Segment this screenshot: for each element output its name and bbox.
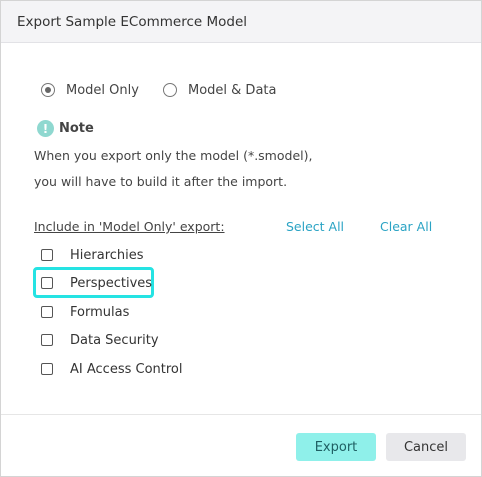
note-line-1: When you export only the model (*.smodel… [34, 148, 313, 163]
radio-circle [163, 83, 177, 97]
radio-label: Model Only [66, 82, 139, 98]
footer-divider [1, 414, 481, 415]
checkbox-formulas[interactable]: Formulas [41, 302, 129, 322]
dialog-header: Export Sample ECommerce Model [1, 1, 481, 43]
checkbox-box [41, 363, 53, 375]
checkbox-label: Perspectives [70, 275, 153, 291]
checkbox-data-security[interactable]: Data Security [41, 330, 159, 350]
radio-label: Model & Data [188, 82, 277, 98]
dialog-title: Export Sample ECommerce Model [17, 14, 248, 30]
radio-model-only[interactable]: Model Only [41, 81, 139, 99]
radio-circle-checked [41, 83, 55, 97]
checkbox-box [41, 249, 53, 261]
cancel-button[interactable]: Cancel [386, 433, 466, 461]
export-model-dialog: Export Sample ECommerce Model Model Only… [0, 0, 482, 477]
export-button[interactable]: Export [296, 433, 376, 461]
checkbox-label: Data Security [70, 332, 159, 348]
select-all-link[interactable]: Select All [286, 219, 344, 234]
note-title: Note [59, 121, 94, 136]
checkbox-perspectives[interactable]: Perspectives [41, 273, 152, 293]
note-heading: ! Note [37, 120, 94, 137]
checkbox-ai-access-control[interactable]: AI Access Control [41, 359, 183, 379]
checkbox-label: AI Access Control [70, 361, 183, 377]
radio-model-and-data[interactable]: Model & Data [163, 81, 276, 99]
checkbox-label: Hierarchies [70, 247, 144, 263]
clear-all-link[interactable]: Clear All [380, 219, 432, 234]
checkbox-box [41, 277, 53, 289]
note-line-2: you will have to build it after the impo… [34, 174, 288, 189]
checkbox-box [41, 334, 53, 346]
checkbox-box [41, 306, 53, 318]
checkbox-label: Formulas [70, 304, 130, 320]
exclamation-icon: ! [37, 120, 54, 137]
include-label: Include in 'Model Only' export: [34, 219, 225, 234]
checkbox-hierarchies[interactable]: Hierarchies [41, 245, 144, 265]
